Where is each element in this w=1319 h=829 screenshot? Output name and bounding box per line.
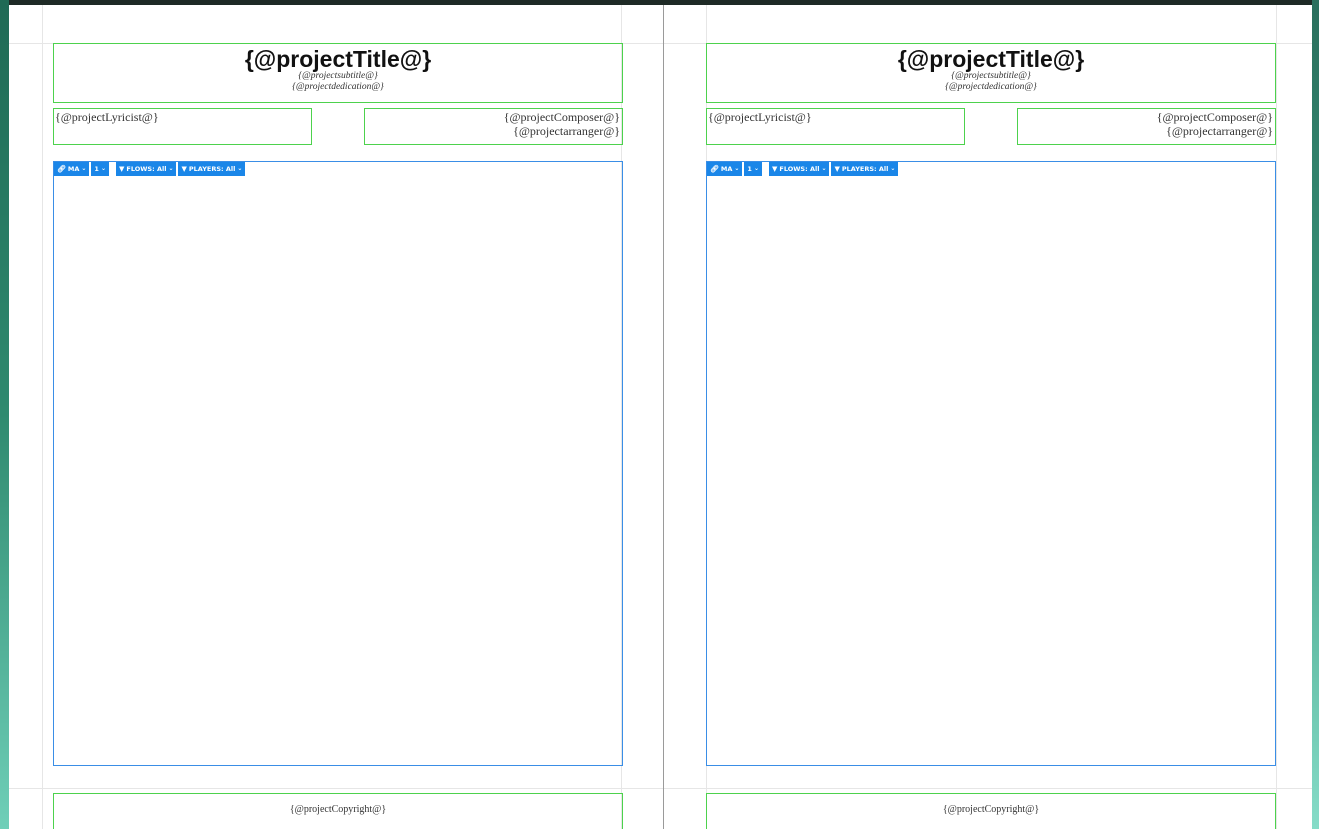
composer-frame[interactable]: {@projectComposer@} {@projectarranger@} [1017,108,1276,145]
toolbar-gap [111,162,114,176]
project-copyright: {@projectCopyright@} [942,804,1040,815]
filter-icon: ▼ [118,165,125,173]
frame-number-button[interactable]: 1 ⌄ [744,162,762,176]
players-filter-label: PLAYERS: All [188,165,236,173]
margin-guide-vertical [1276,5,1277,829]
copyright-frame[interactable]: {@projectCopyright@} [53,793,623,829]
music-frame[interactable]: 🔗︎ MA ⌄ 1 ⌄ ▼ FLOWS: All ⌄ ▼ PLAYERS: Al… [53,161,623,766]
chevron-down-icon: ⌄ [890,165,896,172]
chevron-down-icon: ⌄ [100,165,106,172]
filter-icon: ▼ [181,165,187,173]
chevron-down-icon: ⌄ [237,165,243,172]
project-subtitle: {@projectsubtitle@} [951,71,1031,81]
composer-frame[interactable]: {@projectComposer@} {@projectarranger@} [364,108,623,145]
filter-icon: ▼ [834,165,840,173]
lyricist-frame[interactable]: {@projectLyricist@} [53,108,312,145]
ma-label: MA [67,165,80,173]
project-copyright: {@projectCopyright@} [289,804,387,815]
window-left-edge [0,0,9,829]
frame-number-label: 1 [747,165,752,173]
project-dedication: {@projectdedication@} [945,82,1037,92]
players-filter-button[interactable]: ▼ PLAYERS: All ⌄ [178,162,246,176]
lyricist-frame[interactable]: {@projectLyricist@} [706,108,965,145]
flows-filter-label: FLOWS: All [779,165,820,173]
project-arranger: {@projectarranger@} [513,124,620,138]
project-composer: {@projectComposer@} [503,110,620,124]
music-frame-toolbar: 🔗︎ MA ⌄ 1 ⌄ ▼ FLOWS: All ⌄ ▼ PLAYERS: Al… [54,162,246,176]
page-right[interactable]: {@projectTitle@} {@projectsubtitle@} {@p… [664,5,1312,829]
frame-number-label: 1 [94,165,99,173]
score-editor-view: {@projectTitle@} {@projectsubtitle@} {@p… [0,0,1319,829]
window-right-edge [1312,0,1319,829]
toolbar-gap [764,162,767,176]
chevron-down-icon: ⌄ [734,165,740,172]
flows-filter-button[interactable]: ▼ FLOWS: All ⌄ [768,162,830,176]
project-lyricist: {@projectLyricist@} [55,110,159,124]
flows-filter-label: FLOWS: All [126,165,167,173]
chevron-down-icon: ⌄ [821,165,827,172]
title-frame[interactable]: {@projectTitle@} {@projectsubtitle@} {@p… [706,43,1276,103]
project-lyricist: {@projectLyricist@} [708,110,812,124]
players-filter-label: PLAYERS: All [841,165,889,173]
page-left[interactable]: {@projectTitle@} {@projectsubtitle@} {@p… [9,5,663,829]
flows-filter-button[interactable]: ▼ FLOWS: All ⌄ [115,162,177,176]
title-frame[interactable]: {@projectTitle@} {@projectsubtitle@} {@p… [53,43,623,103]
link-icon: 🔗︎ [710,165,719,173]
project-title: {@projectTitle@} [897,46,1085,72]
project-title: {@projectTitle@} [244,46,432,72]
margin-guide-horizontal [664,788,1312,789]
filter-icon: ▼ [771,165,778,173]
chevron-down-icon: ⌄ [168,165,174,172]
project-composer: {@projectComposer@} [1156,110,1273,124]
margin-guide-horizontal [9,788,663,789]
project-subtitle: {@projectsubtitle@} [298,71,378,81]
copyright-frame[interactable]: {@projectCopyright@} [706,793,1276,829]
ma-chain-button[interactable]: 🔗︎ MA ⌄ [54,162,90,176]
music-frame-toolbar: 🔗︎ MA ⌄ 1 ⌄ ▼ FLOWS: All ⌄ ▼ PLAYERS: Al… [707,162,899,176]
link-icon: 🔗︎ [57,165,66,173]
chevron-down-icon: ⌄ [753,165,759,172]
project-dedication: {@projectdedication@} [292,82,384,92]
music-frame[interactable]: 🔗︎ MA ⌄ 1 ⌄ ▼ FLOWS: All ⌄ ▼ PLAYERS: Al… [706,161,1276,766]
project-arranger: {@projectarranger@} [1166,124,1273,138]
chevron-down-icon: ⌄ [81,165,87,172]
ma-chain-button[interactable]: 🔗︎ MA ⌄ [707,162,743,176]
frame-number-button[interactable]: 1 ⌄ [91,162,109,176]
players-filter-button[interactable]: ▼ PLAYERS: All ⌄ [831,162,899,176]
ma-label: MA [720,165,733,173]
margin-guide-vertical [42,5,43,829]
